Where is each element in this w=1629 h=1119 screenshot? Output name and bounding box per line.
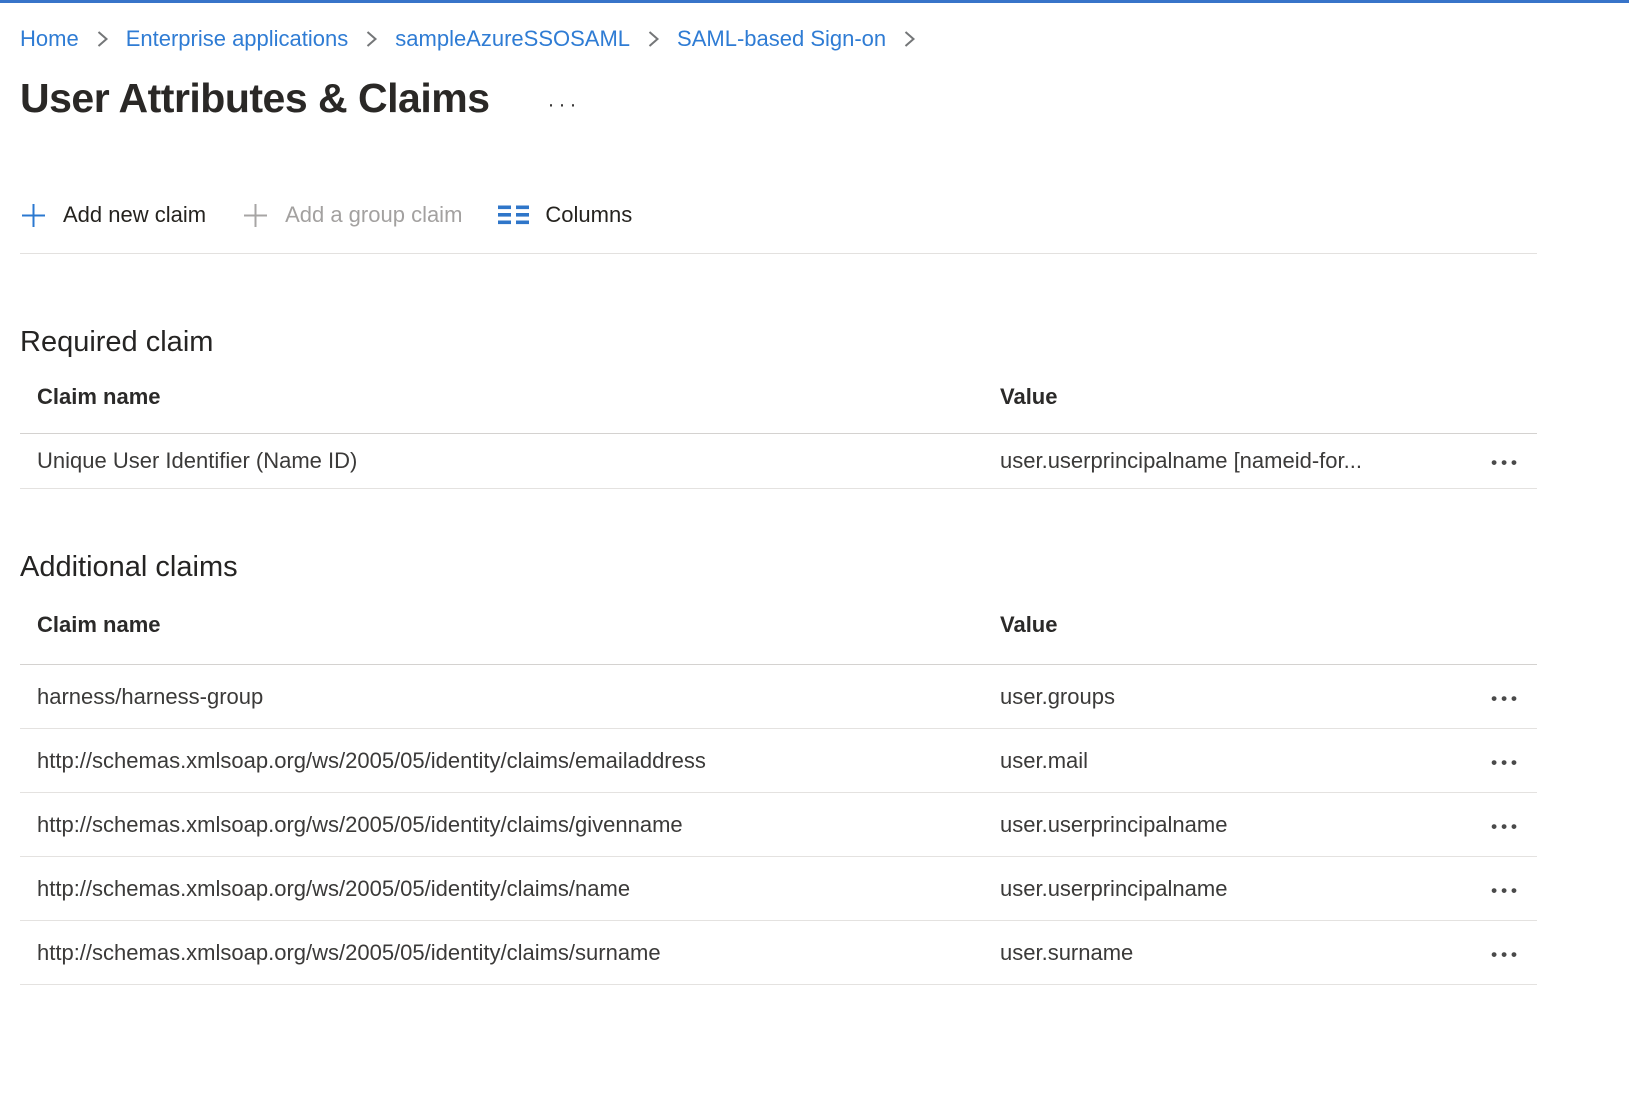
- required-claim-table-header: Claim name Value: [20, 360, 1537, 434]
- add-new-claim-label: Add new claim: [63, 202, 206, 228]
- breadcrumb: Home Enterprise applications sampleAzure…: [20, 23, 1537, 55]
- table-row[interactable]: http://schemas.xmlsoap.org/ws/2005/05/id…: [20, 921, 1537, 985]
- column-header-claim-name: Claim name: [37, 384, 1000, 410]
- breadcrumb-link-enterprise-applications[interactable]: Enterprise applications: [126, 26, 349, 52]
- chevron-right-icon: [647, 28, 660, 50]
- claim-name-cell: http://schemas.xmlsoap.org/ws/2005/05/id…: [37, 940, 1000, 966]
- required-claim-heading: Required claim: [20, 324, 1537, 360]
- columns-icon: [498, 204, 529, 226]
- breadcrumb-link-home[interactable]: Home: [20, 26, 79, 52]
- row-menu-icon[interactable]: •••: [1489, 939, 1523, 970]
- chevron-right-icon: [903, 28, 916, 50]
- top-accent-bar: [0, 0, 1629, 3]
- additional-claims-table: Claim name Value harness/harness-group u…: [20, 585, 1537, 985]
- add-group-claim-button[interactable]: Add a group claim: [242, 202, 462, 229]
- plus-icon: [242, 202, 269, 229]
- row-menu-icon[interactable]: •••: [1489, 747, 1523, 778]
- breadcrumb-link-sampleazuressosaml[interactable]: sampleAzureSSOSAML: [395, 26, 630, 52]
- plus-icon: [20, 202, 47, 229]
- table-row[interactable]: http://schemas.xmlsoap.org/ws/2005/05/id…: [20, 793, 1537, 857]
- claim-name-cell: http://schemas.xmlsoap.org/ws/2005/05/id…: [37, 876, 1000, 902]
- toolbar-divider: [20, 253, 1537, 254]
- columns-label: Columns: [545, 202, 632, 228]
- add-new-claim-button[interactable]: Add new claim: [20, 202, 206, 229]
- chevron-right-icon: [96, 28, 109, 50]
- claim-value-cell: user.userprincipalname [nameid-for...: [1000, 448, 1463, 474]
- column-header-value: Value: [1000, 612, 1463, 638]
- table-row[interactable]: Unique User Identifier (Name ID) user.us…: [20, 434, 1537, 489]
- claim-name-cell: http://schemas.xmlsoap.org/ws/2005/05/id…: [37, 748, 1000, 774]
- row-menu-icon[interactable]: •••: [1489, 447, 1523, 478]
- table-row[interactable]: http://schemas.xmlsoap.org/ws/2005/05/id…: [20, 857, 1537, 921]
- title-bar: User Attributes & Claims ···: [20, 71, 1537, 125]
- row-menu-icon[interactable]: •••: [1489, 683, 1523, 714]
- column-header-claim-name: Claim name: [37, 612, 1000, 638]
- claim-value-cell: user.userprincipalname: [1000, 812, 1463, 838]
- column-header-value: Value: [1000, 384, 1463, 410]
- breadcrumb-link-saml-based-sign-on[interactable]: SAML-based Sign-on: [677, 26, 886, 52]
- table-row[interactable]: harness/harness-group user.groups •••: [20, 665, 1537, 729]
- claim-name-cell: harness/harness-group: [37, 684, 1000, 710]
- add-group-claim-label: Add a group claim: [285, 202, 462, 228]
- columns-button[interactable]: Columns: [498, 202, 632, 228]
- claim-value-cell: user.mail: [1000, 748, 1463, 774]
- row-menu-icon[interactable]: •••: [1489, 811, 1523, 842]
- claim-value-cell: user.surname: [1000, 940, 1463, 966]
- toolbar: Add new claim Add a group claim Columns: [20, 195, 1537, 235]
- additional-claims-table-header: Claim name Value: [20, 585, 1537, 665]
- claim-value-cell: user.userprincipalname: [1000, 876, 1463, 902]
- table-row[interactable]: http://schemas.xmlsoap.org/ws/2005/05/id…: [20, 729, 1537, 793]
- claim-value-cell: user.groups: [1000, 684, 1463, 710]
- claim-name-cell: Unique User Identifier (Name ID): [37, 448, 1000, 474]
- additional-claims-heading: Additional claims: [20, 549, 1537, 585]
- claim-name-cell: http://schemas.xmlsoap.org/ws/2005/05/id…: [37, 812, 1000, 838]
- more-options-icon[interactable]: ···: [548, 85, 581, 125]
- row-menu-icon[interactable]: •••: [1489, 875, 1523, 906]
- required-claim-table: Claim name Value Unique User Identifier …: [20, 360, 1537, 489]
- page-title: User Attributes & Claims: [20, 71, 490, 125]
- page: Home Enterprise applications sampleAzure…: [0, 23, 1629, 985]
- chevron-right-icon: [365, 28, 378, 50]
